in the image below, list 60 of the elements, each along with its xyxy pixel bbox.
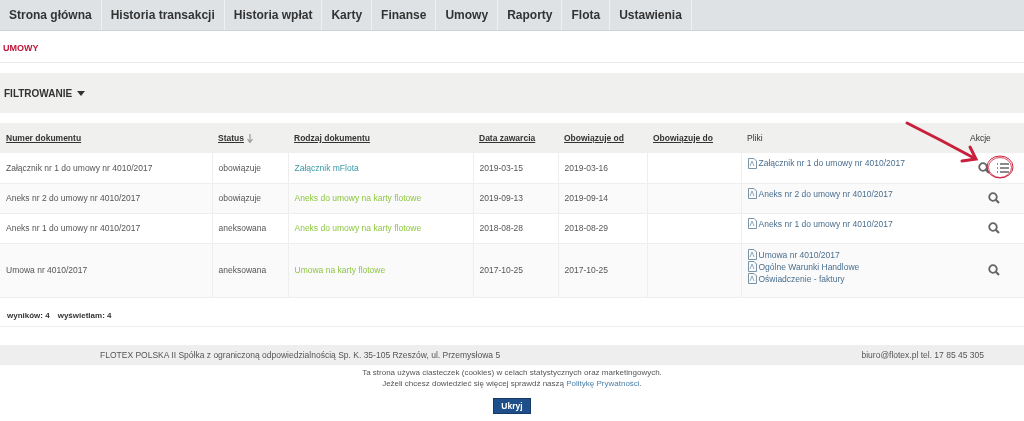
document-type-link[interactable]: Załącznik mFlota xyxy=(294,162,359,173)
search-icon[interactable] xyxy=(988,192,1000,205)
nav-tab[interactable]: Historia transakcji xyxy=(101,0,225,30)
table-cell: Aneks nr 2 do umowy nr 4010/2017 xyxy=(6,193,141,203)
privacy-policy-link[interactable]: Politykę Prywatności xyxy=(566,378,640,388)
filter-toggle[interactable]: FILTROWANIE xyxy=(4,87,86,99)
search-icon[interactable] xyxy=(988,222,1000,235)
nav-tab[interactable]: Strona główna xyxy=(0,0,102,30)
nav-tab[interactable]: Karty xyxy=(322,0,373,30)
pdf-file-icon xyxy=(747,218,757,229)
contact-info: biuro@flotex.pl tel. 17 85 45 305 xyxy=(861,349,984,360)
file-link[interactable]: Umowa nr 4010/2017 xyxy=(758,248,840,261)
table-cell: Aneks nr 1 do umowy nr 4010/2017 xyxy=(6,223,141,233)
hide-button[interactable]: Ukryj xyxy=(493,397,531,414)
annotation-circle xyxy=(985,154,1015,180)
table-cell: 2019-03-16 xyxy=(564,162,608,173)
search-icon[interactable] xyxy=(988,264,1000,277)
column-header[interactable]: Numer dokumentu xyxy=(6,133,82,143)
table-cell: obowiązuje xyxy=(218,193,262,203)
table-cell: 2019-09-13 xyxy=(479,193,523,203)
column-header: Akcje xyxy=(970,133,991,143)
table-cell: 2017-10-25 xyxy=(564,265,608,275)
table-cell: 2017-10-25 xyxy=(479,265,523,275)
list-icon[interactable] xyxy=(996,162,1010,175)
results-count: wyników: 4 xyxy=(7,311,50,320)
table-cell: 2019-09-14 xyxy=(564,193,608,203)
shown-count: wyświetlam: 4 xyxy=(57,311,112,320)
nav-tab[interactable]: Ustawienia xyxy=(610,0,692,30)
company-address: FLOTEX POLSKA II Spółka z ograniczoną odpowiedzialnością Sp. K. 35-105 Rzeszów, ul. Przemysłowa 5 xyxy=(100,349,501,360)
nav-tab[interactable]: Flota xyxy=(562,0,611,30)
file-link[interactable]: Załącznik nr 1 do umowy nr 4010/2017 xyxy=(758,157,905,169)
nav-tab[interactable]: Umowy xyxy=(436,0,499,30)
table-cell: 2018-08-29 xyxy=(564,223,608,233)
file-link[interactable]: Oświadczenie - faktury xyxy=(758,272,845,285)
table-cell: 2019-03-15 xyxy=(479,162,523,173)
table-cell: aneksowana xyxy=(218,265,267,275)
table-cell: 2018-08-28 xyxy=(479,223,523,233)
file-link[interactable]: Aneks nr 2 do umowy nr 4010/2017 xyxy=(758,187,893,200)
pdf-file-icon xyxy=(747,157,757,169)
cookie-notice: Jeżeli chcesz dowiedzieć się więcej sprawdź naszą Politykę Prywatności. xyxy=(382,378,642,388)
pdf-file-icon xyxy=(747,273,757,284)
table-cell: Załącznik nr 1 do umowy nr 4010/2017 xyxy=(6,162,153,173)
pdf-file-icon xyxy=(747,188,757,199)
file-link[interactable]: Aneks nr 1 do umowy nr 4010/2017 xyxy=(758,217,893,230)
column-header: Pliki xyxy=(747,133,763,143)
nav-tab[interactable]: Finanse xyxy=(372,0,437,30)
table-cell: Umowa nr 4010/2017 xyxy=(6,265,88,275)
column-header[interactable]: Status xyxy=(218,133,253,143)
nav-tab[interactable]: Raporty xyxy=(498,0,563,30)
pdf-file-icon xyxy=(747,249,757,260)
table-cell: obowiązuje xyxy=(218,162,262,173)
table-cell: aneksowana xyxy=(218,223,267,233)
cookie-notice: Ta strona używa ciasteczek (cookies) w celach statystycznych oraz marketingowych. xyxy=(362,367,662,377)
nav-tab[interactable]: Historia wpłat xyxy=(224,0,323,30)
pdf-file-icon xyxy=(747,261,757,272)
page-title: UMOWY xyxy=(3,43,39,53)
caret-icon xyxy=(77,90,86,96)
search-icon[interactable] xyxy=(978,162,990,175)
column-header[interactable]: Rodzaj dokumentu xyxy=(294,133,371,143)
file-link[interactable]: Ogólne Warunki Handlowe xyxy=(758,260,860,273)
